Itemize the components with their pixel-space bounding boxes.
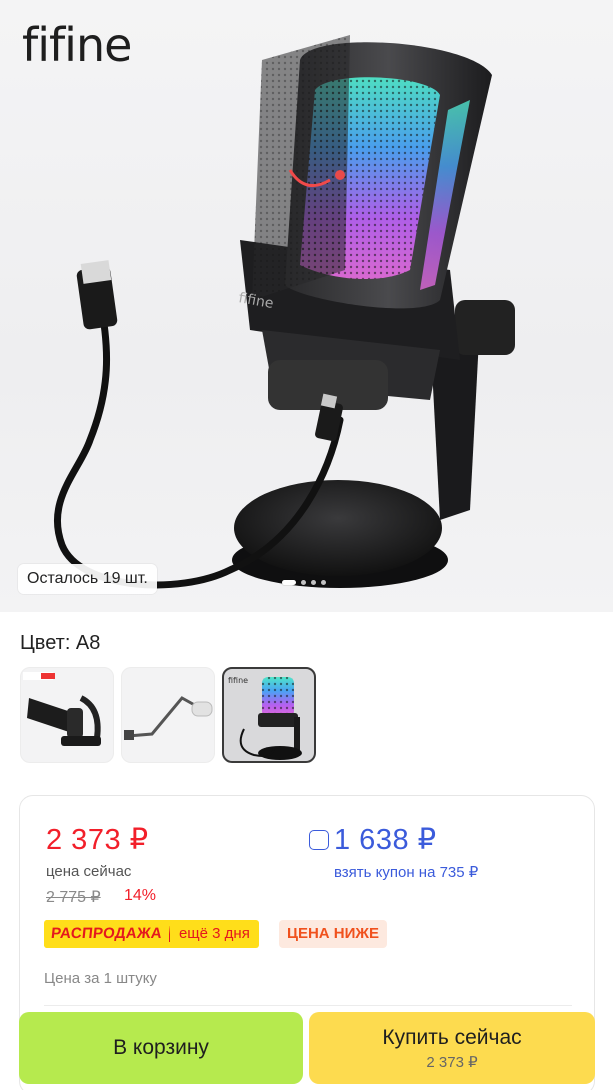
gallery-dot-4[interactable]: [321, 580, 326, 585]
current-price: 2 373 ₽: [46, 824, 149, 856]
gallery-dot-1[interactable]: [282, 580, 296, 585]
thumbnail-image: fifine: [228, 676, 302, 760]
gallery-pagination[interactable]: [282, 580, 326, 585]
divider: [44, 1005, 572, 1006]
lower-price-badge: ЦЕНА НИЖЕ: [279, 920, 387, 948]
color-option-boom-arm[interactable]: [121, 667, 215, 763]
svg-text:fifine: fifine: [228, 676, 248, 685]
add-to-cart-button[interactable]: В корзину: [19, 1012, 303, 1084]
coupon-price[interactable]: 1 638 ₽: [334, 822, 437, 857]
current-price-caption: цена сейчас: [46, 863, 132, 880]
sale-badge: РАСПРОДАЖА ещё 3 дня: [44, 920, 259, 948]
microphone-product-image: fifine: [53, 35, 515, 589]
old-price: 2 775 ₽: [46, 889, 101, 906]
color-variant-list: fifine: [20, 667, 316, 763]
sale-days-left: ещё 3 дня: [178, 925, 250, 942]
price-per-unit: Цена за 1 штуку: [44, 970, 157, 987]
stock-remaining-badge: Осталось 19 шт.: [18, 564, 157, 594]
discount-percent: 14%: [124, 887, 157, 904]
coupon-checkbox[interactable]: [309, 830, 329, 850]
color-label: Цвет: A8: [20, 632, 101, 654]
color-option-desk-arm[interactable]: [20, 667, 114, 763]
gallery-dot-2[interactable]: [301, 580, 306, 585]
buy-now-price: 2 373 ₽: [426, 1053, 478, 1071]
thumbnail-image: [124, 696, 213, 740]
brand-logo: fifine: [22, 18, 132, 72]
thumbnail-image: [23, 672, 101, 746]
gallery-dot-3[interactable]: [311, 580, 316, 585]
buy-now-label: Купить сейчас: [382, 1025, 522, 1049]
color-option-a8[interactable]: fifine: [222, 667, 316, 763]
sale-label: РАСПРОДАЖА: [44, 920, 171, 948]
product-image-gallery[interactable]: fifine fifine Осталось 19 шт.: [0, 0, 613, 612]
buy-now-button[interactable]: Купить сейчас 2 373 ₽: [309, 1012, 595, 1084]
take-coupon-link[interactable]: взять купон на 735 ₽: [334, 863, 478, 881]
